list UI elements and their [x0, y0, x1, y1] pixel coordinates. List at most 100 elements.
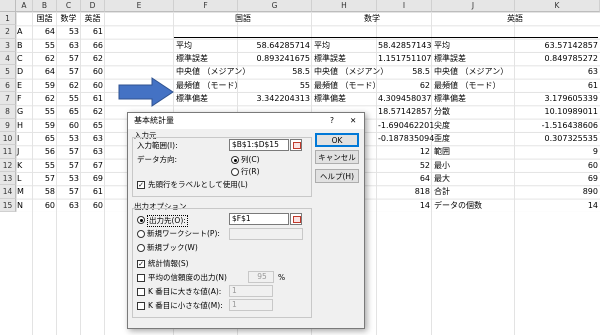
column-header-i[interactable]: I — [377, 0, 432, 12]
new-worksheet-label: 新規ワークシート(P): — [147, 229, 220, 238]
data-cell-name: C — [17, 53, 23, 63]
row-header-4[interactable]: 4 — [0, 51, 16, 66]
data-cell-name: K — [17, 160, 23, 170]
stats-value-sugaku: 62 — [419, 80, 430, 90]
row-header-8[interactable]: 8 — [0, 105, 16, 119]
kth-largest-field[interactable]: 1 — [229, 285, 273, 297]
radio-column[interactable] — [231, 156, 239, 164]
stats-label-sugaku: 標準偏差 — [314, 93, 346, 103]
radio-row-label: 行(R) — [241, 167, 260, 176]
data-cell-name: J — [17, 147, 20, 157]
ok-button[interactable]: OK — [315, 133, 359, 147]
row-header-11[interactable]: 11 — [0, 145, 16, 159]
header-eigo: 英語 — [84, 14, 101, 23]
header-sugaku: 数学 — [60, 14, 77, 23]
data-cell-sugaku: 57 — [68, 67, 79, 77]
row-header-5[interactable]: 5 — [0, 65, 16, 79]
first-row-labels-checkbox[interactable]: ✓ — [137, 181, 145, 189]
data-cell-sugaku: 57 — [68, 147, 79, 157]
data-cell-sugaku: 62 — [68, 80, 79, 90]
help-icon[interactable]: ? — [330, 116, 334, 126]
column-header-j[interactable]: J — [432, 0, 515, 12]
confidence-field[interactable]: 95 — [248, 271, 274, 283]
grid-line — [56, 12, 57, 335]
row-header-1[interactable]: 1 — [0, 12, 16, 26]
output-range-field[interactable]: $F$1 — [229, 213, 289, 225]
row-header-10[interactable]: 10 — [0, 131, 16, 146]
column-header-e[interactable]: E — [105, 0, 174, 12]
stats-header-kokugo: 国語 — [235, 14, 251, 23]
new-worksheet-field[interactable] — [229, 228, 303, 240]
data-cell-name: I — [17, 133, 20, 143]
data-cell-kokugo: 62 — [44, 93, 55, 103]
stats-value-sugaku: 18.57142857 — [378, 107, 432, 117]
close-icon[interactable]: ✕ — [350, 116, 356, 126]
column-header-c[interactable]: C — [57, 0, 81, 12]
stats-label-kokugo: 最頻値 （モード） — [176, 80, 243, 90]
stats-label-sugaku: 平均 — [314, 40, 330, 50]
output-range-collapse-button[interactable] — [290, 213, 302, 225]
help-button[interactable]: ヘルプ(H) — [315, 169, 359, 183]
stats-header-sugaku: 数学 — [364, 14, 380, 23]
stats-value-eigo: 63.57142857 — [544, 40, 598, 50]
stats-value-eigo: 3.179605339 — [544, 93, 598, 103]
data-cell-sugaku: 63 — [68, 40, 79, 50]
data-cell-kokugo: 58 — [44, 187, 55, 197]
stats-value-kokugo: 0.893241675 — [256, 53, 310, 63]
kth-smallest-label: K 番目に小さな値(M): — [148, 301, 223, 310]
input-range-field[interactable]: $B$1:$D$15 — [229, 139, 289, 151]
radio-row[interactable] — [231, 168, 239, 176]
column-header-a[interactable]: A — [16, 0, 33, 12]
data-cell-name: A — [17, 27, 23, 37]
data-cell-kokugo: 55 — [44, 107, 55, 117]
data-cell-kokugo: 59 — [44, 120, 55, 130]
first-row-labels-label: 先頭行をラベルとして使用(L) — [148, 180, 248, 189]
row-header-14[interactable]: 14 — [0, 185, 16, 199]
column-header-d[interactable]: D — [81, 0, 105, 12]
data-cell-name: M — [17, 187, 24, 197]
radio-new-workbook[interactable] — [137, 244, 145, 252]
data-cell-eigo: 61 — [92, 93, 103, 103]
summary-stats-label: 統計情報(S) — [148, 259, 189, 268]
stats-value-eigo: 0.849785272 — [544, 53, 598, 63]
data-cell-sugaku: 53 — [68, 173, 79, 183]
input-range-collapse-button[interactable] — [290, 139, 302, 151]
row-header-15[interactable]: 15 — [0, 198, 16, 212]
radio-output-range[interactable] — [137, 216, 145, 224]
column-header-k[interactable]: K — [515, 0, 600, 12]
data-cell-sugaku: 65 — [68, 107, 79, 117]
column-header-g[interactable]: G — [238, 0, 312, 12]
stats-value-kokugo: 58.5 — [292, 67, 310, 77]
column-header-f[interactable]: F — [174, 0, 238, 12]
cancel-button[interactable]: キャンセル — [315, 150, 359, 164]
stats-label-eigo: 標準誤差 — [434, 53, 466, 63]
data-cell-sugaku: 60 — [68, 120, 79, 130]
confidence-checkbox[interactable] — [137, 274, 145, 282]
stats-value-eigo: 60 — [587, 160, 598, 170]
row-header-2[interactable]: 2 — [0, 25, 16, 39]
row-header-3[interactable]: 3 — [0, 38, 16, 52]
stats-label-eigo: データの個数 — [434, 200, 482, 210]
row-header-12[interactable]: 12 — [0, 158, 16, 172]
stats-label-eigo: 最小 — [434, 160, 450, 170]
input-range-label: 入力範囲(I): — [137, 141, 178, 150]
column-header-b[interactable]: B — [33, 0, 57, 12]
arrow-right-icon — [118, 77, 174, 107]
select-all-corner[interactable] — [0, 0, 16, 12]
kth-smallest-field[interactable]: 1 — [229, 299, 273, 311]
row-header-13[interactable]: 13 — [0, 171, 16, 186]
row-header-7[interactable]: 7 — [0, 91, 16, 106]
column-header-h[interactable]: H — [312, 0, 377, 12]
data-cell-eigo: 67 — [92, 160, 103, 170]
stats-value-eigo: 890 — [582, 187, 598, 197]
direction-label: データ方向: — [137, 155, 178, 164]
row-header-9[interactable]: 9 — [0, 118, 16, 132]
confidence-unit: % — [278, 273, 286, 282]
kth-smallest-checkbox[interactable] — [137, 302, 145, 310]
stats-value-eigo: 61 — [587, 80, 598, 90]
summary-stats-checkbox[interactable]: ✓ — [137, 260, 145, 268]
data-cell-eigo: 61 — [92, 27, 103, 37]
radio-new-worksheet[interactable] — [137, 230, 145, 238]
row-header-6[interactable]: 6 — [0, 78, 16, 92]
kth-largest-checkbox[interactable] — [137, 288, 145, 296]
